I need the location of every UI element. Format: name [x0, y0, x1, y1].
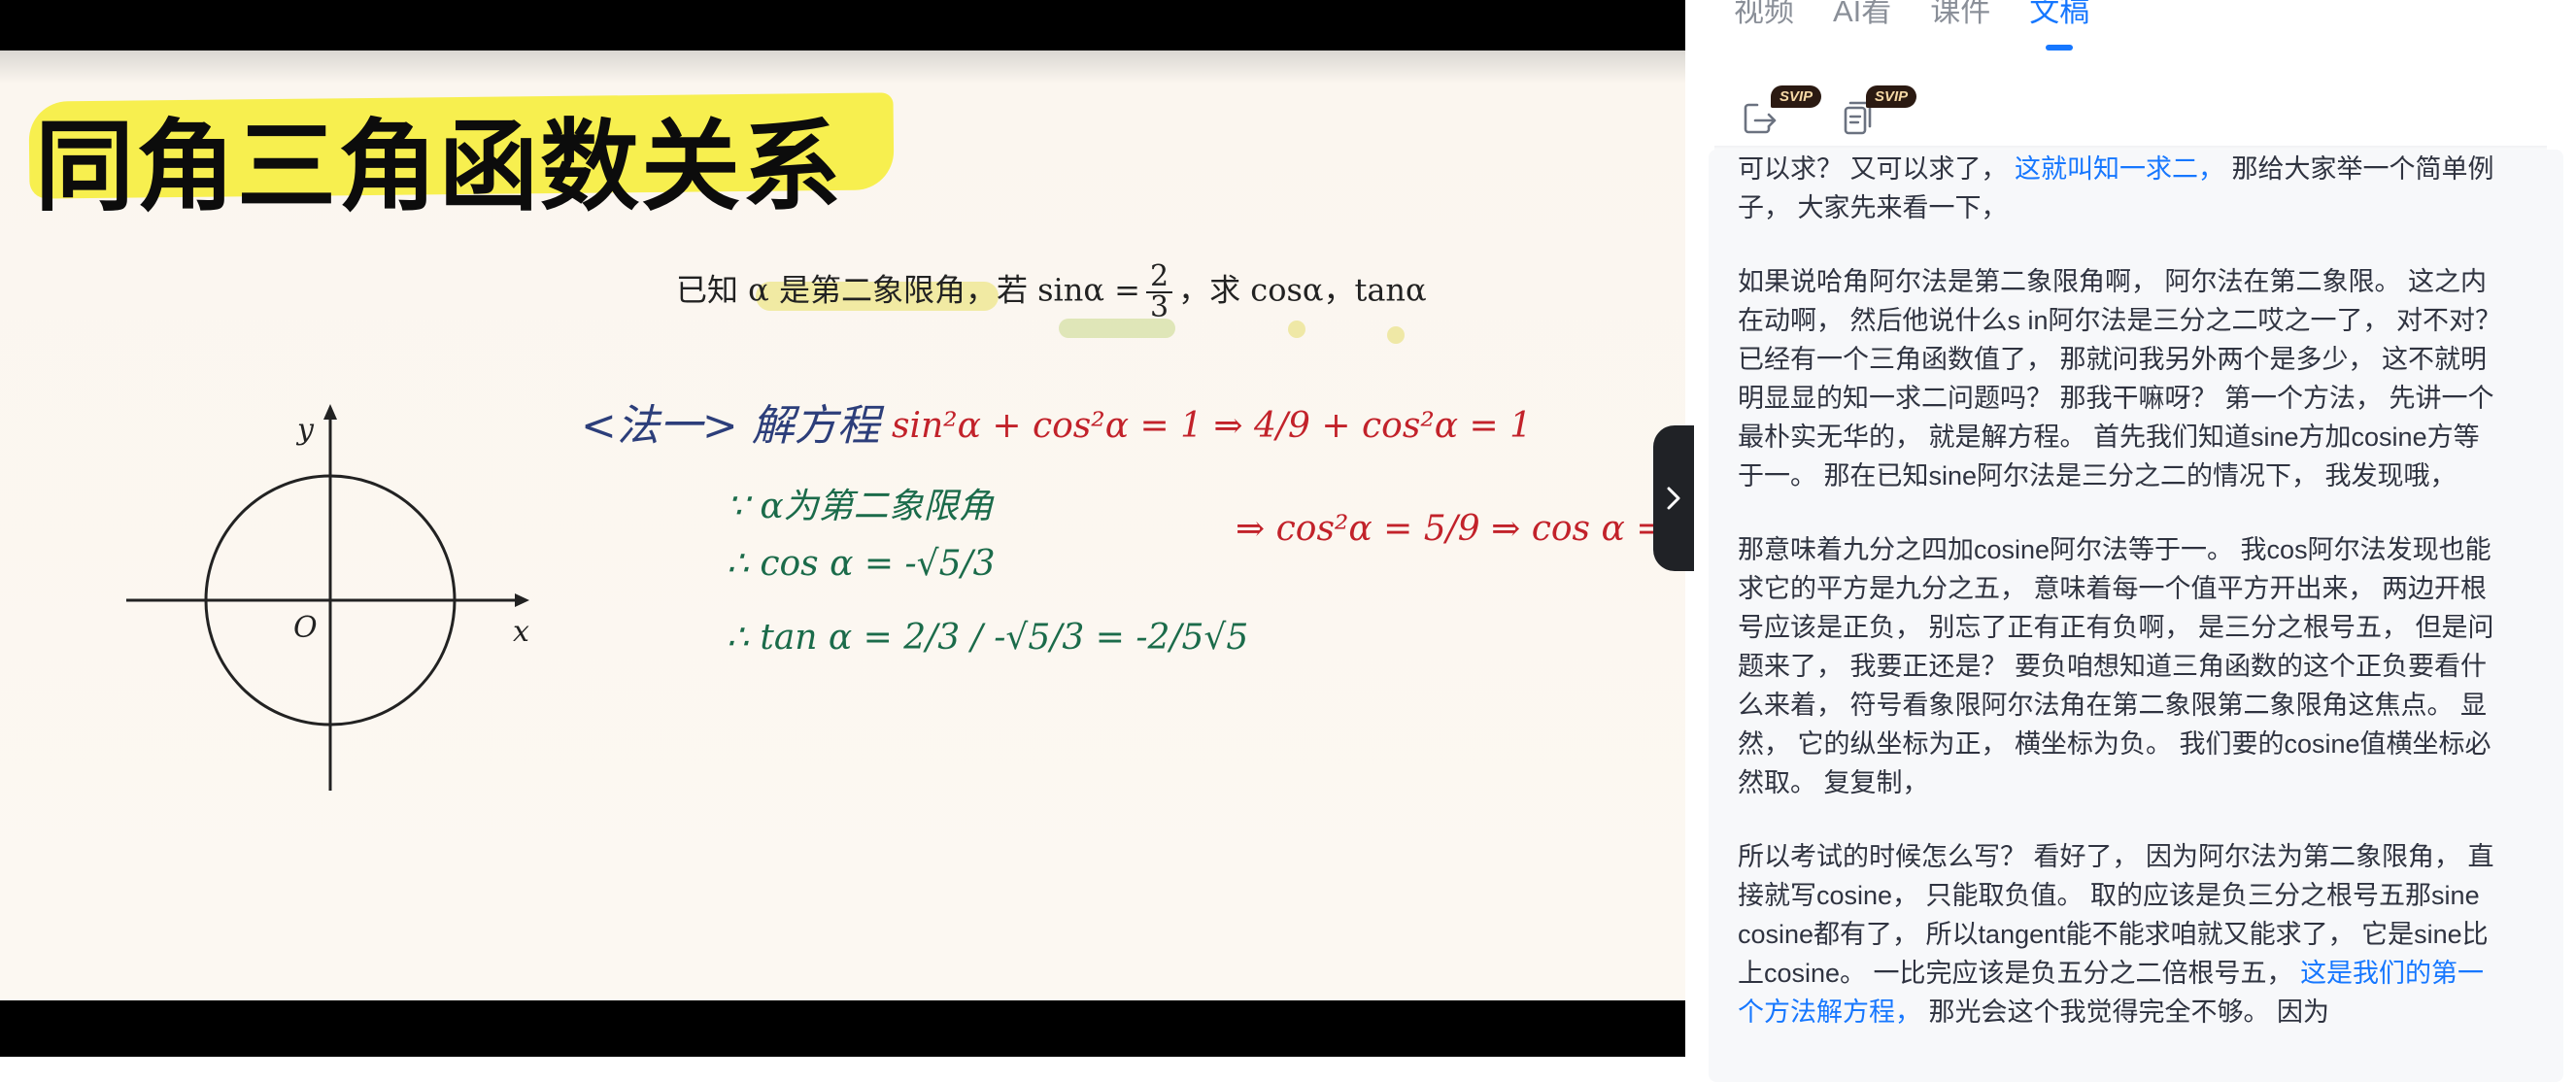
- transcript-sentence[interactable]: 可以求？ 又可以求了，: [1738, 154, 2015, 184]
- copy-transcript-button[interactable]: SVIP: [1829, 80, 1917, 138]
- handwritten-line: ∵ α为第二象限角: [727, 487, 994, 526]
- fraction: 23: [1146, 262, 1173, 324]
- transcript-paragraph: 那意味着九分之四加cosine阿尔法等于一。 我cos阿尔法发现也能求它的平方是…: [1738, 530, 2505, 802]
- fraction-denominator: 3: [1150, 290, 1169, 324]
- handwritten-line: ∴ cos α = -√5/3: [727, 544, 996, 584]
- side-panel: 视频 AI看 课件 文稿 SVIP SVIP 可以求？ 又可以求了， 这就叫知一…: [1685, 0, 2576, 1082]
- y-axis-label: y: [295, 413, 315, 447]
- unit-circle-diagram: y x O: [126, 404, 529, 791]
- tab-courseware[interactable]: 课件: [1930, 0, 1990, 45]
- transcript-sentence[interactable]: 如果说哈角阿尔法是第二象限角啊， 阿尔法在第二象限。 这之内在动啊， 然后他说什…: [1738, 267, 2501, 490]
- chevron-right-icon: [1667, 487, 1680, 510]
- svip-badge: SVIP: [1771, 85, 1822, 108]
- collapse-panel-button[interactable]: [1653, 425, 1694, 571]
- tab-transcript[interactable]: 文稿: [2029, 0, 2089, 45]
- transcript-paragraph: 所以考试的时候怎么写？ 看好了， 因为阿尔法为第二象限角， 直接就写cosine…: [1738, 837, 2505, 1031]
- letterbox-bottom: [0, 1000, 1685, 1057]
- transcript-sentence[interactable]: 那意味着九分之四加cosine阿尔法等于一。 我cos阿尔法发现也能求它的平方是…: [1738, 535, 2494, 797]
- tab-video[interactable]: 视频: [1734, 0, 1794, 45]
- transcript-scroll-area[interactable]: 可以求？ 又可以求了， 这就叫知一求二， 那给大家举一个简单例子， 大家先来看一…: [1709, 150, 2563, 1082]
- highlighted-sentence[interactable]: 这就叫知一求二，: [2015, 154, 2232, 184]
- svip-badge: SVIP: [1866, 85, 1917, 108]
- problem-statement: 已知 α 是第二象限角，若 sinα = 2 3 ，求 cosα，tanα: [676, 262, 1427, 322]
- letterbox-top: [0, 0, 1685, 52]
- slide-title: 同角三角函数关系: [35, 110, 843, 225]
- method-label: <法一> 解方程: [581, 401, 880, 451]
- fraction-numerator: 2: [1146, 262, 1173, 293]
- transcript-toolbar: SVIP SVIP: [1734, 70, 1924, 148]
- video-player[interactable]: 同角三角函数关系 已知 α 是第二象限角，若 sinα = 2 3 ，求 cosα，t…: [0, 0, 1706, 1074]
- transcript-paragraph: 如果说哈角阿尔法是第二象限角啊， 阿尔法在第二象限。 这之内在动啊， 然后他说什…: [1738, 262, 2505, 495]
- transcript-sentence[interactable]: 那光会这个我觉得完全不够。 因为: [1929, 997, 2330, 1027]
- handwritten-equation: ⇒ cos²α = 5/9 ⇒ cos α = ±: [1236, 509, 1706, 549]
- panel-tabs: 视频 AI看 课件 文稿: [1734, 0, 2128, 45]
- problem-suffix: ，求 cosα，tanα: [1178, 271, 1427, 309]
- x-axis-label: x: [513, 615, 529, 649]
- tab-ai-watch[interactable]: AI看: [1833, 0, 1891, 45]
- handwritten-line: ∴ tan α = 2/3 / -√5/3 = -2/5√5: [727, 618, 1249, 658]
- origin-label: O: [293, 611, 318, 645]
- transcript-paragraph: 可以求？ 又可以求了， 这就叫知一求二， 那给大家举一个简单例子， 大家先来看一…: [1738, 150, 2505, 227]
- pointer-dot: [1288, 321, 1305, 338]
- handwritten-equation: sin²α + cos²α = 1 ⇒ 4/9 + cos²α = 1: [892, 406, 1533, 446]
- pointer-dot: [1387, 326, 1405, 344]
- export-button[interactable]: SVIP: [1734, 80, 1822, 138]
- lecture-slide: 同角三角函数关系 已知 α 是第二象限角，若 sinα = 2 3 ，求 cosα，t…: [0, 51, 1706, 1000]
- problem-prefix: 已知 α 是第二象限角，若 sinα =: [676, 271, 1140, 309]
- transcript-text: 可以求？ 又可以求了， 这就叫知一求二， 那给大家举一个简单例子， 大家先来看一…: [1738, 150, 2505, 1066]
